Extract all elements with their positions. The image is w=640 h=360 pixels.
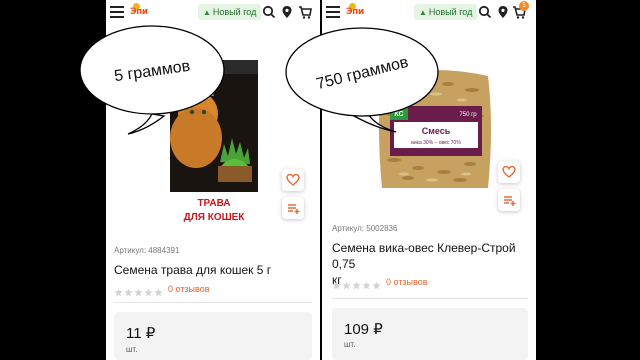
- price-box: 109 ₽ шт.: [332, 308, 528, 360]
- compare-icon: [504, 196, 516, 206]
- unit-label: шт.: [126, 345, 138, 354]
- pack-subtitle: ДЛЯ КОШЕК: [184, 212, 246, 223]
- article-number: Артикул: 5002836: [332, 224, 398, 233]
- heart-icon: [502, 165, 516, 178]
- search-icon[interactable]: [262, 4, 276, 20]
- reviews-link[interactable]: 0 отзывов: [168, 284, 210, 294]
- star-icon: [342, 277, 351, 290]
- star-icon: [124, 284, 133, 297]
- logo[interactable]: Эпи: [346, 3, 376, 19]
- star-icon: [154, 284, 163, 297]
- star-icon: [332, 277, 341, 290]
- pack-subtitle: вика 30% – овес 70%: [411, 140, 461, 146]
- heart-icon: [286, 173, 300, 186]
- unit-label: шт.: [344, 340, 356, 349]
- favorite-button[interactable]: [498, 161, 520, 183]
- location-pin-icon[interactable]: [496, 4, 510, 20]
- product-title[interactable]: Семена трава для кошек 5 г: [114, 262, 318, 278]
- tree-icon: ▲: [203, 8, 211, 17]
- article-number: Артикул: 4884391: [114, 246, 180, 255]
- annotation-bubble-right: 750 граммов: [285, 27, 439, 133]
- compare-icon: [288, 204, 300, 214]
- cart-count-badge: 1: [519, 1, 529, 11]
- compare-button[interactable]: [282, 197, 304, 219]
- annotation-bubble-left: 5 граммов: [79, 25, 225, 135]
- rating-stars: [114, 284, 164, 297]
- search-icon[interactable]: [478, 4, 492, 20]
- star-icon: [114, 284, 123, 297]
- star-icon: [144, 284, 153, 297]
- pack-weight: 750 гр: [459, 112, 477, 118]
- favorite-button[interactable]: [282, 169, 304, 191]
- price: 11 ₽: [126, 325, 156, 342]
- tree-icon: ▲: [419, 8, 427, 17]
- compare-button[interactable]: [498, 189, 520, 211]
- logo[interactable]: Эпи: [130, 3, 160, 19]
- star-icon: [362, 277, 371, 290]
- star-icon: [352, 277, 361, 290]
- divider: [114, 302, 312, 303]
- reviews-link[interactable]: 0 отзывов: [386, 277, 428, 287]
- pack-title: ТРАВА: [197, 198, 230, 209]
- divider: [332, 298, 528, 299]
- hamburger-icon[interactable]: [110, 6, 124, 18]
- star-icon: [134, 284, 143, 297]
- hamburger-icon[interactable]: [326, 6, 340, 18]
- rating-stars: [332, 277, 382, 290]
- price-box: 11 ₽ шт.: [114, 312, 312, 360]
- price: 109 ₽: [344, 321, 383, 338]
- star-icon: [372, 277, 381, 290]
